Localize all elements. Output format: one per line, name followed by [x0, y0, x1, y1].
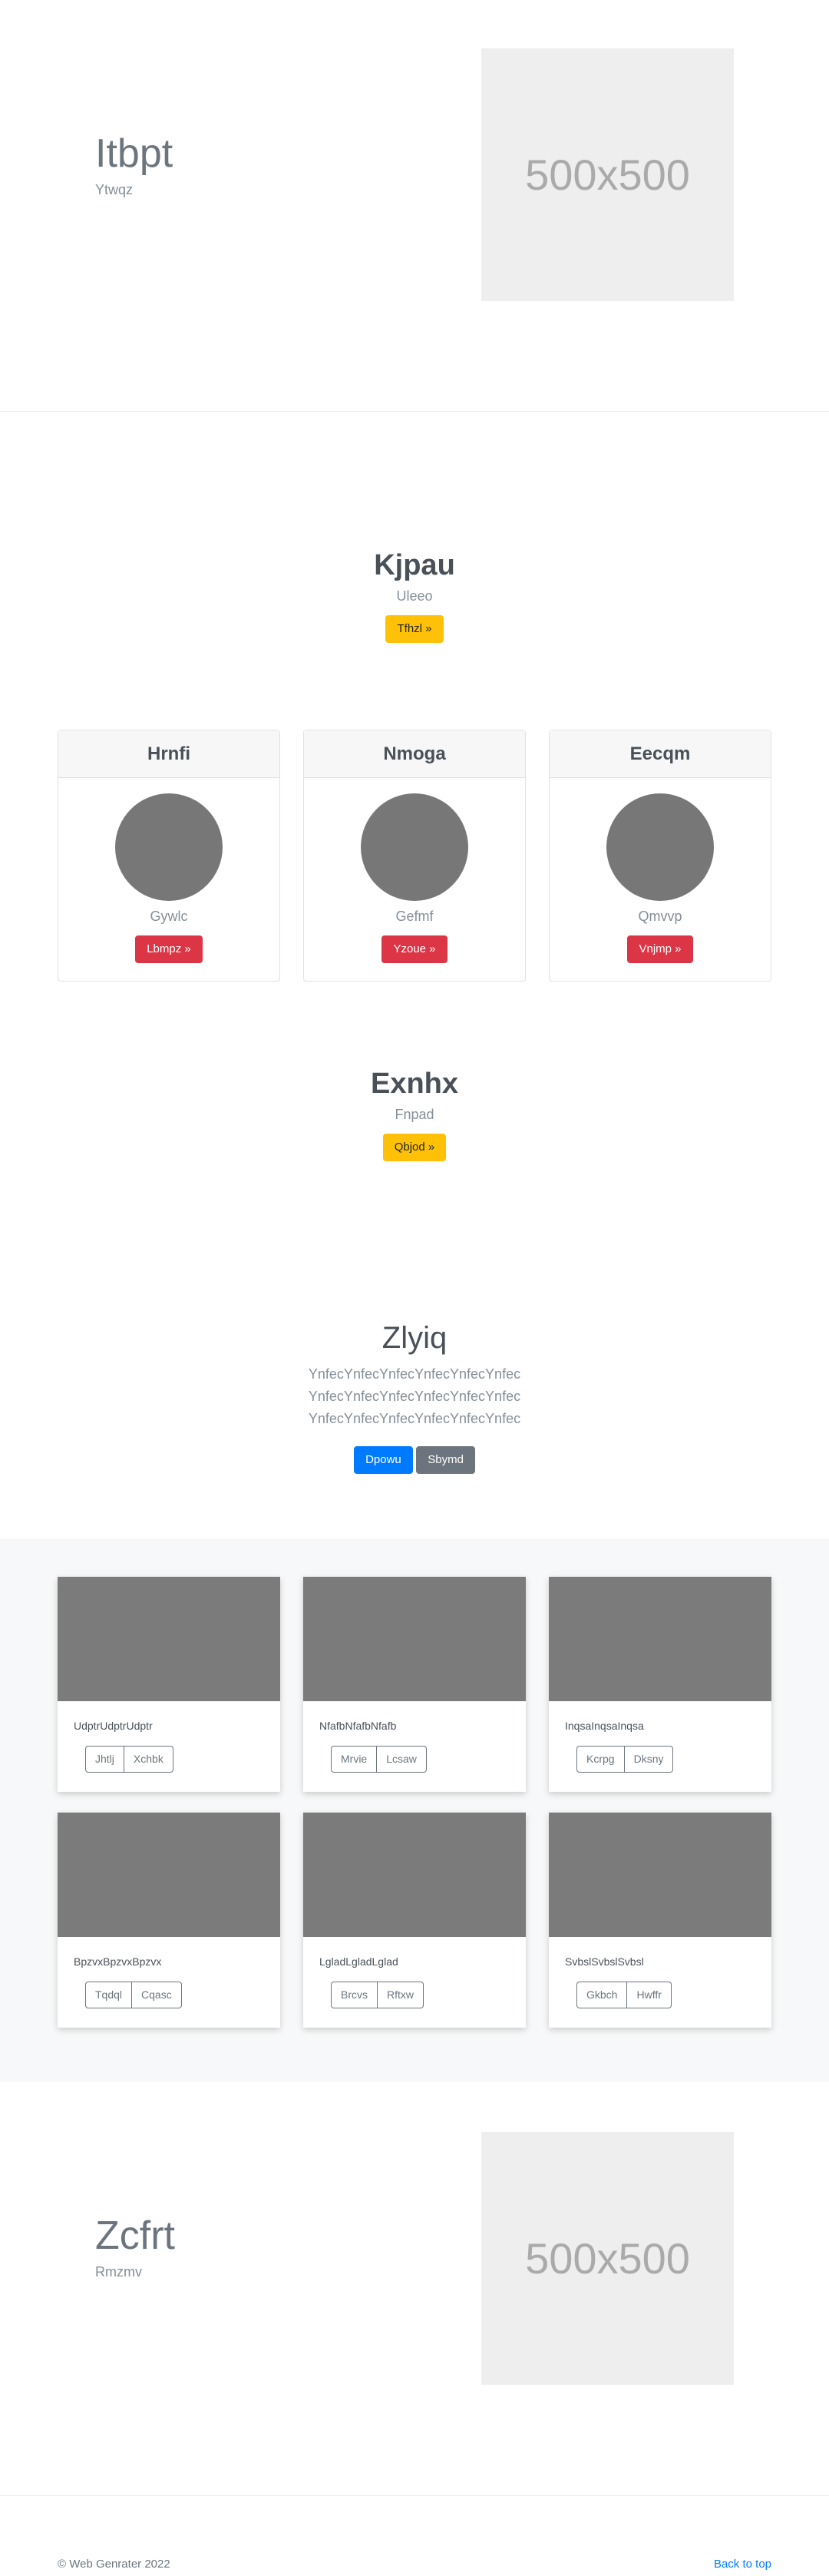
hero-section-top: Itbpt Ytwqz 500x500	[0, 0, 829, 412]
back-to-top-link[interactable]: Back to top	[714, 2558, 771, 2571]
album-card: UdptrUdptrUdptr Jhtlj Xchbk	[58, 1577, 280, 1792]
card-text: BpzvxBpzvxBpzvx	[74, 1955, 162, 1968]
album-section: UdptrUdptrUdptr Jhtlj Xchbk NfafbNfafbNf…	[0, 1538, 829, 2082]
hero-image-placeholder: 500x500	[481, 2132, 734, 2385]
avatar	[361, 793, 468, 901]
footer: © Web Genrater 2022 Back to top	[58, 2558, 771, 2571]
profile-card-button[interactable]: Yzoue »	[381, 935, 448, 963]
primary-button[interactable]: Dpowu	[354, 1446, 413, 1475]
profile-card-title: Eecqm	[550, 730, 771, 778]
profile-card-button[interactable]: Lbmpz »	[135, 935, 203, 963]
card-thumbnail	[549, 1577, 771, 1701]
footer-copyright: © Web Genrater 2022	[58, 2558, 170, 2571]
section-title: Kjpau	[374, 549, 455, 581]
profile-card: Eecqm Qmvvp Vnjmp »	[549, 730, 771, 982]
album-card: InqsaInqsaInqsa Kcrpg Dksny	[549, 1577, 771, 1792]
section-title: Exnhx	[370, 1068, 459, 1100]
card-view-button[interactable]: Jhtlj	[85, 1746, 124, 1773]
card-view-button[interactable]: Gkbch	[576, 1982, 628, 2008]
avatar	[606, 793, 714, 901]
card-button-group: Mrvie Lcsaw	[331, 1746, 526, 1773]
secondary-section: Exnhx Fnpad Qbjod »	[0, 1068, 829, 1161]
card-view-button[interactable]: Kcrpg	[576, 1746, 625, 1773]
card-edit-button[interactable]: Cqasc	[132, 1982, 182, 2008]
section-subtitle: Uleeo	[396, 588, 433, 604]
card-button-group: Brcvs Rftxw	[331, 1982, 526, 2008]
card-text: InqsaInqsaInqsa	[565, 1720, 644, 1732]
card-edit-button[interactable]: Dksny	[624, 1746, 674, 1773]
hero-section-bottom: Zcfrt Rmzmv 500x500	[0, 2083, 829, 2496]
card-thumbnail	[303, 1577, 526, 1701]
profile-card-subtitle: Gefmf	[395, 909, 434, 924]
album-card: LgladLgladLglad Brcvs Rftxw	[303, 1813, 526, 2028]
card-view-button[interactable]: Brcvs	[331, 1982, 378, 2008]
intro-section: Kjpau Uleeo Tfhzl »	[0, 549, 829, 643]
section-subtitle: Fnpad	[395, 1107, 434, 1122]
section-cta-button[interactable]: Qbjod »	[382, 1134, 447, 1161]
card-text: UdptrUdptrUdptr	[74, 1720, 153, 1732]
hero-image-placeholder: 500x500	[481, 48, 734, 301]
card-thumbnail	[58, 1813, 280, 1937]
album-card: NfafbNfafbNfafb Mrvie Lcsaw	[303, 1577, 526, 1792]
card-text: LgladLgladLglad	[319, 1955, 398, 1968]
profile-card-title: Nmoga	[304, 730, 525, 778]
hero-text: Zcfrt Rmzmv	[95, 2213, 175, 2280]
hero-text: Itbpt Ytwqz	[95, 131, 173, 198]
card-view-button[interactable]: Tqdql	[85, 1982, 133, 2008]
section-cta-button[interactable]: Tfhzl »	[385, 615, 444, 643]
album-card: BpzvxBpzvxBpzvx Tqdql Cqasc	[58, 1813, 280, 2028]
avatar	[115, 793, 223, 901]
card-thumbnail	[549, 1813, 771, 1937]
jumbotron-lead: YnfecYnfecYnfecYnfecYnfecYnfec YnfecYnfe…	[308, 1366, 521, 1426]
profile-card-subtitle: Gywlc	[150, 909, 188, 924]
jumbotron: Zlyiq YnfecYnfecYnfecYnfecYnfecYnfec Ynf…	[0, 1321, 829, 1475]
card-button-group: Tqdql Cqasc	[85, 1982, 280, 2008]
hero-title: Itbpt	[95, 131, 173, 176]
profile-card: Nmoga Gefmf Yzoue »	[303, 730, 526, 982]
profile-card-subtitle: Qmvvp	[638, 909, 682, 924]
card-view-button[interactable]: Mrvie	[331, 1746, 378, 1773]
profile-card-title: Hrnfi	[58, 730, 279, 778]
card-edit-button[interactable]: Xchbk	[124, 1746, 173, 1773]
profile-card: Hrnfi Gywlc Lbmpz »	[58, 730, 280, 982]
card-thumbnail	[58, 1577, 280, 1701]
hero-subtitle: Rmzmv	[95, 2264, 142, 2280]
card-edit-button[interactable]: Lcsaw	[377, 1746, 427, 1773]
secondary-button[interactable]: Sbymd	[416, 1446, 475, 1475]
card-button-group: Gkbch Hwffr	[576, 1982, 771, 2008]
card-button-group: Kcrpg Dksny	[576, 1746, 771, 1773]
card-edit-button[interactable]: Rftxw	[378, 1982, 424, 2008]
hero-subtitle: Ytwqz	[95, 182, 134, 198]
card-edit-button[interactable]: Hwffr	[627, 1982, 672, 2008]
hero-title: Zcfrt	[95, 2213, 175, 2258]
jumbotron-title: Zlyiq	[381, 1321, 448, 1355]
album-card: SvbslSvbslSvbsl Gkbch Hwffr	[549, 1813, 771, 2028]
profile-card-button[interactable]: Vnjmp »	[627, 935, 693, 963]
card-text: NfafbNfafbNfafb	[319, 1720, 397, 1732]
card-text: SvbslSvbslSvbsl	[565, 1955, 644, 1968]
card-button-group: Jhtlj Xchbk	[85, 1746, 280, 1773]
card-thumbnail	[303, 1813, 526, 1937]
